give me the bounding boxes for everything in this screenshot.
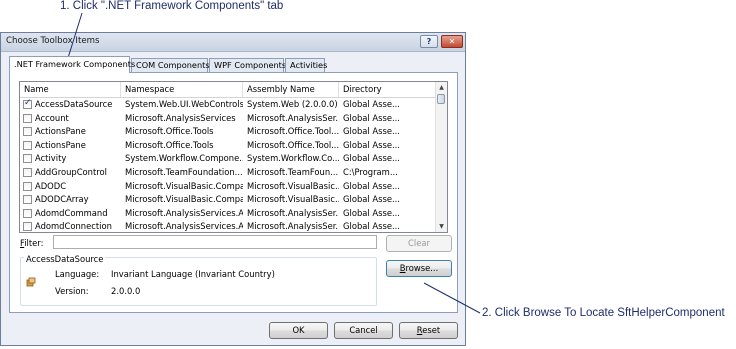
details-group-title: AccessDataSource	[24, 254, 106, 264]
table-row[interactable]: ActionsPane Microsoft.Office.Tools Microso…	[20, 139, 436, 153]
components-list[interactable]: Name Namespace Assembly Name Directory A…	[19, 81, 448, 233]
cell-directory: Global Asse...	[343, 153, 400, 164]
cell-namespace: Microsoft.VisualBasic.Compa...	[125, 194, 243, 205]
cell-assembly-name: Microsoft.Office.Tool...	[247, 139, 339, 150]
filter-input[interactable]	[53, 235, 377, 249]
column-header-name[interactable]: Name	[20, 82, 121, 97]
cell-name: ADODCArray	[35, 194, 89, 205]
language-value: Invariant Language (Invariant Country)	[111, 269, 275, 279]
ok-button[interactable]: OK	[269, 322, 328, 339]
reset-button[interactable]: Reset	[399, 322, 458, 339]
cell-namespace: Microsoft.Office.Tools	[125, 126, 214, 137]
column-header-namespace[interactable]: Namespace	[121, 82, 243, 97]
scroll-thumb[interactable]	[437, 94, 445, 104]
cell-directory: Global Asse...	[343, 139, 400, 150]
cell-name: Activity	[35, 153, 67, 164]
table-row[interactable]: AddGroupControl Microsoft.TeamFoundation.…	[20, 166, 436, 180]
filter-label: Filter:	[20, 238, 43, 248]
table-row[interactable]: AdomdConnection Microsoft.AnalysisService…	[20, 220, 436, 232]
cell-namespace: Microsoft.AnalysisServices.A...	[125, 207, 243, 218]
tab-com-components[interactable]: COM Components	[131, 58, 210, 72]
callout-step-1: 1. Click ".NET Framework Components" tab	[60, 0, 284, 12]
cell-name: AdomdConnection	[35, 221, 112, 232]
tab-net-framework-components[interactable]: .NET Framework Components	[9, 56, 135, 73]
cell-namespace: Microsoft.Office.Tools	[125, 139, 214, 150]
column-header-directory[interactable]: Directory	[339, 82, 436, 97]
cell-namespace: Microsoft.AnalysisServices.A...	[125, 221, 243, 232]
details-groupbox	[20, 257, 377, 306]
clear-button[interactable]: Clear	[386, 235, 452, 252]
table-row[interactable]: Account Microsoft.AnalysisServices Microso…	[20, 112, 436, 126]
tab-wpf-components[interactable]: WPF Components	[209, 58, 286, 72]
cell-name: ADODC	[35, 180, 67, 191]
cell-directory: Global Asse...	[343, 112, 400, 123]
cell-namespace: Microsoft.AnalysisServices	[125, 112, 236, 123]
component-icon	[26, 277, 36, 287]
cell-name: AdomdCommand	[35, 207, 108, 218]
language-label: Language:	[55, 269, 100, 279]
browse-label: rowse...	[405, 263, 439, 273]
cell-directory: C:\Program...	[343, 166, 398, 177]
cell-namespace: Microsoft.TeamFoundation...	[125, 166, 243, 177]
cell-directory: Global Asse...	[343, 99, 400, 109]
cell-assembly-name: Microsoft.VisualBasic...	[247, 180, 339, 191]
cell-directory: Global Asse...	[343, 194, 400, 205]
cancel-button[interactable]: Cancel	[334, 322, 393, 339]
cell-namespace: System.Workflow.Compone...	[125, 153, 243, 164]
tab-panel: Name Namespace Assembly Name Directory A…	[9, 72, 458, 313]
table-row[interactable]: ActionsPane Microsoft.Office.Tools Microso…	[20, 125, 436, 139]
cell-name: Account	[35, 112, 69, 123]
cell-name: AccessDataSource	[35, 99, 113, 109]
cell-namespace: System.Web.UI.WebControls	[125, 99, 243, 109]
cell-directory: Global Asse...	[343, 207, 400, 218]
cell-name: AddGroupControl	[35, 166, 107, 177]
cell-assembly-name: Microsoft.AnalysisSer...	[247, 112, 339, 123]
list-header: Name Namespace Assembly Name Directory	[20, 82, 436, 98]
cell-assembly-name: Microsoft.TeamFoun...	[247, 166, 339, 177]
cell-directory: Global Asse...	[343, 126, 400, 137]
choose-toolbox-items-dialog: Choose Toolbox Items ? ✕ .NET Framework …	[0, 32, 466, 346]
cell-name: ActionsPane	[35, 139, 86, 150]
table-row[interactable]: ADODCArray Microsoft.VisualBasic.Compa...…	[20, 193, 436, 207]
title-bar: Choose Toolbox Items ? ✕	[1, 33, 465, 52]
table-row[interactable]: Activity System.Workflow.Compone... System…	[20, 152, 436, 166]
cell-directory: Global Asse...	[343, 180, 400, 191]
window-title: Choose Toolbox Items	[6, 36, 100, 46]
cell-assembly-name: Microsoft.Office.Tool...	[247, 126, 339, 137]
browse-button[interactable]: Browse...	[386, 260, 452, 277]
close-button[interactable]: ✕	[441, 35, 463, 48]
cell-name: ActionsPane	[35, 126, 86, 137]
version-value: 2.0.0.0	[111, 286, 141, 296]
table-row[interactable]: ADODC Microsoft.VisualBasic.Compa... Micro…	[20, 180, 436, 194]
scroll-up-icon[interactable]: ▲	[436, 82, 447, 93]
column-header-assembly-name[interactable]: Assembly Name	[243, 82, 339, 97]
version-label: Version:	[55, 286, 89, 296]
help-button[interactable]: ?	[420, 35, 438, 48]
cell-directory: Global Asse...	[343, 221, 400, 232]
cell-namespace: Microsoft.VisualBasic.Compa...	[125, 180, 243, 191]
callout-step-2: 2. Click Browse To Locate SftHelperCompo…	[482, 307, 725, 319]
list-rows: AccessDataSource System.Web.UI.WebControl…	[20, 98, 436, 232]
table-row[interactable]: AccessDataSource System.Web.UI.WebControl…	[20, 98, 436, 112]
tab-activities[interactable]: Activities	[285, 58, 327, 72]
cell-assembly-name: Microsoft.VisualBasic...	[247, 194, 339, 205]
cell-assembly-name: Microsoft.AnalysisSer...	[247, 207, 339, 218]
table-row[interactable]: AdomdCommand Microsoft.AnalysisServices.A…	[20, 207, 436, 221]
vertical-scrollbar[interactable]: ▲ ▼	[435, 82, 447, 232]
cell-assembly-name: System.Web (2.0.0.0)	[247, 99, 338, 109]
cell-assembly-name: System.Workflow.Co...	[247, 153, 339, 164]
cell-assembly-name: Microsoft.AnalysisSer...	[247, 221, 339, 232]
scroll-down-icon[interactable]: ▼	[436, 221, 447, 232]
reset-label: eset	[422, 325, 441, 335]
filter-label-text: ilter:	[24, 238, 44, 248]
